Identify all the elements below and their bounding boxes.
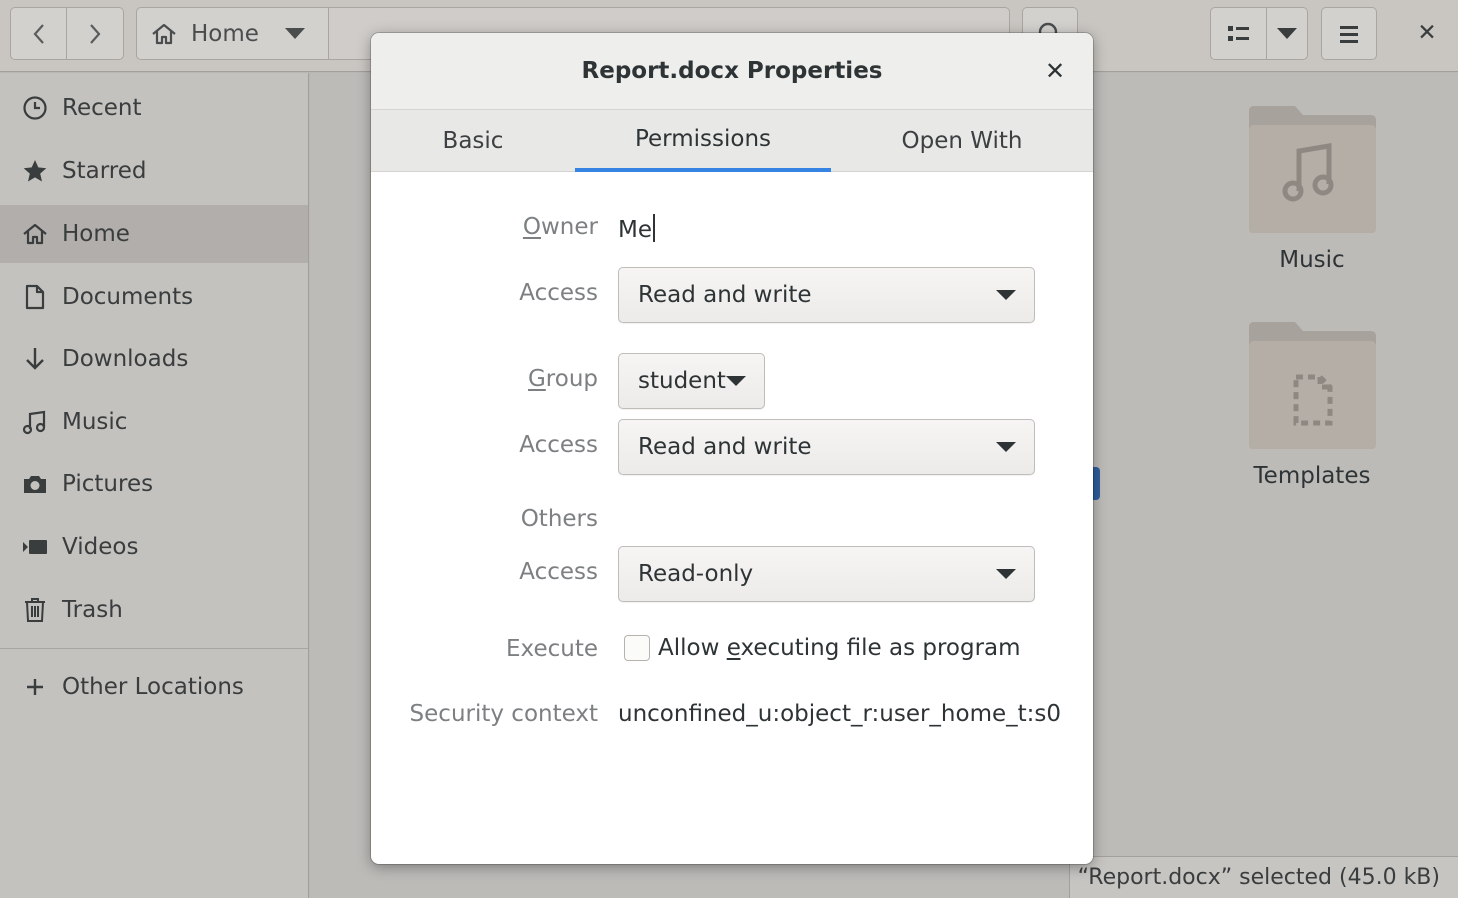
file-name: Templates: [1253, 463, 1371, 489]
sidebar-item-pictures[interactable]: Pictures: [0, 455, 308, 513]
music-folder-icon: [1247, 103, 1377, 233]
music-note-icon: [22, 409, 48, 435]
sidebar: Recent Starred Home Documents Downloads …: [0, 73, 309, 898]
sidebar-item-label: Other Locations: [62, 674, 244, 700]
tab-permissions[interactable]: Permissions: [575, 110, 831, 172]
group-combo[interactable]: student: [618, 353, 765, 409]
tab-label: Basic: [442, 128, 504, 154]
dialog-titlebar: Report.docx Properties: [371, 33, 1093, 110]
list-view-icon: [1227, 25, 1249, 41]
group-label: Group: [527, 366, 598, 392]
execute-label: Execute: [506, 636, 598, 662]
sidebar-item-label: Downloads: [62, 346, 189, 372]
owner-label: Owner: [522, 214, 598, 240]
home-icon: [22, 221, 48, 247]
chevron-down-icon: [996, 569, 1016, 579]
chevron-down-icon: [1277, 27, 1297, 39]
sidebar-item-label: Recent: [62, 95, 142, 121]
sidebar-item-label: Documents: [62, 284, 194, 310]
status-text: “Report.docx” selected (45.0 kB): [1077, 865, 1440, 890]
others-access-value: Read-only: [638, 561, 754, 587]
group-value: student: [638, 368, 726, 394]
sidebar-item-starred[interactable]: Starred: [0, 142, 308, 200]
templates-folder-icon: [1247, 319, 1377, 449]
owner-access-value: Read and write: [638, 282, 812, 308]
path-home-button[interactable]: Home: [136, 7, 329, 60]
sidebar-item-label: Trash: [62, 597, 123, 623]
file-item-music[interactable]: Music: [1232, 103, 1392, 273]
tab-open-with[interactable]: Open With: [831, 110, 1093, 172]
back-button[interactable]: [10, 7, 67, 60]
dialog-close-button[interactable]: ✕: [1039, 55, 1071, 87]
sidebar-item-music[interactable]: Music: [0, 393, 308, 451]
camera-icon: [22, 471, 48, 497]
sidebar-item-trash[interactable]: Trash: [0, 581, 308, 639]
sidebar-item-label: Home: [62, 221, 130, 247]
sidebar-item-documents[interactable]: Documents: [0, 268, 308, 326]
close-icon: ✕: [1417, 20, 1437, 46]
chevron-down-icon: [996, 442, 1016, 452]
text-cursor: [653, 214, 655, 242]
path-home-label: Home: [191, 20, 259, 47]
sidebar-item-home[interactable]: Home: [0, 205, 308, 263]
group-access-label: Access: [519, 432, 598, 458]
tab-label: Permissions: [634, 126, 772, 152]
home-icon: [152, 23, 176, 44]
trash-icon: [22, 597, 48, 623]
tab-basic[interactable]: Basic: [371, 110, 575, 172]
dialog-title: Report.docx Properties: [581, 58, 883, 84]
tab-label: Open With: [901, 128, 1023, 154]
tab-bar: Basic Permissions Open With: [371, 110, 1093, 172]
others-access-combo[interactable]: Read-only: [618, 546, 1035, 602]
execute-row: Allow executing file as program: [624, 635, 1021, 661]
owner-value[interactable]: Me: [618, 214, 655, 243]
main-menu-button[interactable]: [1321, 7, 1377, 60]
chevron-down-icon: [726, 376, 746, 386]
group-access-value: Read and write: [638, 434, 812, 460]
owner-text: Me: [618, 217, 652, 243]
view-options-button[interactable]: [1266, 7, 1308, 60]
plus-icon: [22, 674, 48, 700]
chevron-down-icon: [284, 27, 305, 39]
forward-button[interactable]: [66, 7, 124, 60]
owner-access-combo[interactable]: Read and write: [618, 267, 1035, 323]
status-bar: “Report.docx” selected (45.0 kB): [1069, 856, 1458, 898]
star-icon: [22, 158, 48, 184]
file-item-templates[interactable]: Templates: [1232, 319, 1392, 489]
chevron-down-icon: [996, 290, 1016, 300]
file-name: Music: [1279, 247, 1345, 273]
hamburger-icon: [1340, 25, 1358, 43]
properties-dialog: Report.docx Properties ✕ Basic Permissio…: [371, 33, 1093, 864]
window-close-button[interactable]: ✕: [1404, 16, 1450, 50]
download-arrow-icon: [22, 346, 48, 372]
document-icon: [22, 284, 48, 310]
video-icon: [22, 534, 48, 560]
others-access-label: Access: [519, 559, 598, 585]
sidebar-item-label: Videos: [62, 534, 139, 560]
group-access-combo[interactable]: Read and write: [618, 419, 1035, 475]
sidebar-item-downloads[interactable]: Downloads: [0, 330, 308, 388]
clock-icon: [22, 95, 48, 121]
sidebar-item-label: Starred: [62, 158, 147, 184]
security-context-label: Security context: [409, 701, 598, 727]
sidebar-item-recent[interactable]: Recent: [0, 79, 308, 137]
chevron-left-icon: [33, 23, 44, 44]
chevron-right-icon: [90, 23, 101, 44]
list-view-button[interactable]: [1210, 7, 1267, 60]
owner-access-label: Access: [519, 280, 598, 306]
sidebar-separator: [0, 648, 308, 649]
close-icon: ✕: [1044, 57, 1066, 85]
sidebar-item-other-locations[interactable]: Other Locations: [0, 658, 308, 716]
sidebar-item-label: Pictures: [62, 471, 154, 497]
security-context-value: unconfined_u:object_r:user_home_t:s0: [618, 701, 1062, 727]
others-label: Others: [520, 506, 598, 532]
sidebar-item-videos[interactable]: Videos: [0, 518, 308, 576]
sidebar-item-label: Music: [62, 409, 128, 435]
execute-checkbox[interactable]: [624, 635, 650, 661]
execute-checkbox-label[interactable]: Allow executing file as program: [658, 635, 1021, 661]
